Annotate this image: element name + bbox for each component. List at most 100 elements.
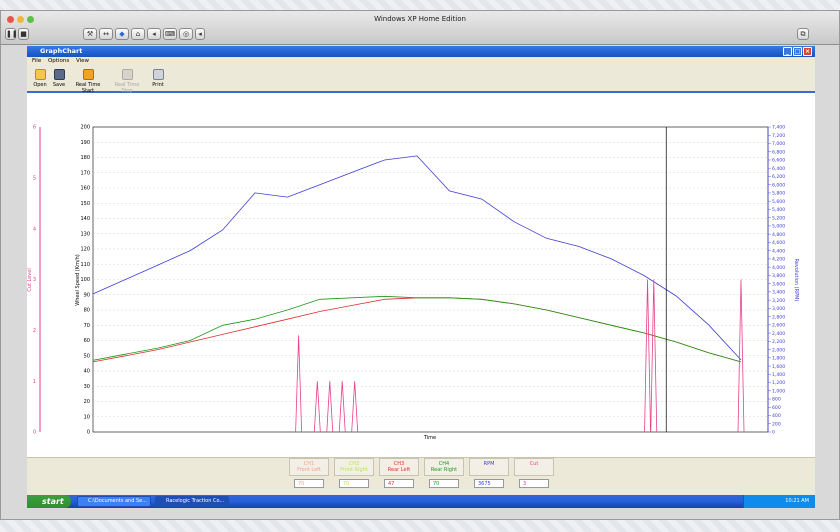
left-arrow-icon[interactable]: ◂: [195, 28, 205, 40]
y-tick-far-left: 2: [33, 328, 36, 334]
y-tick-right: 6,000: [772, 182, 785, 188]
y-tick-right: 1,400: [772, 372, 785, 378]
y-tick-right: 5,600: [772, 199, 785, 205]
start-button[interactable]: start: [27, 495, 71, 508]
y-tick-right: 1,600: [772, 364, 785, 370]
y-tick-right: 600: [772, 405, 781, 411]
y-tick-left: 100: [80, 277, 90, 283]
floppy-icon: [53, 69, 65, 80]
y-tick-left: 0: [87, 430, 90, 436]
y-tick-left: 90: [84, 292, 90, 298]
y-tick-right: 2,000: [772, 347, 785, 353]
y-tick-right: 0: [772, 430, 775, 436]
y-tick-left: 190: [80, 140, 90, 146]
y-tick-left: 10: [84, 414, 90, 420]
y-tick-right: 6,400: [772, 166, 785, 172]
channel-toggle-ch4[interactable]: CH4 Rear Right: [424, 458, 464, 476]
y-axis-left-label: Wheel Speed (Km/h): [75, 254, 81, 305]
maximize-icon[interactable]: □: [793, 47, 802, 56]
channel-value-ch4: 70: [429, 479, 459, 488]
y-tick-left: 80: [84, 308, 90, 314]
y-tick-right: 3,400: [772, 290, 785, 296]
y-tick-right: 4,400: [772, 248, 785, 254]
x-axis-label: Time: [423, 435, 436, 441]
channel-toggle-ch2[interactable]: CH2 Front Right: [334, 458, 374, 476]
y-tick-right: 3,200: [772, 298, 785, 304]
channel-value-rpm: 3675: [474, 479, 504, 488]
y-tick-left: 140: [80, 216, 90, 222]
y-tick-left: 60: [84, 338, 90, 344]
y-tick-right: 3,000: [772, 306, 785, 312]
y-tick-right: 400: [772, 413, 781, 419]
y-tick-right: 1,200: [772, 380, 785, 386]
y-tick-far-left: 5: [33, 176, 36, 182]
y-tick-right: 2,800: [772, 314, 785, 320]
stop-icon[interactable]: ■: [18, 28, 29, 40]
y-tick-left: 130: [80, 231, 90, 237]
window-title: Windows XP Home Edition: [374, 15, 466, 23]
y-tick-right: 7,200: [772, 133, 785, 139]
y-tick-left: 120: [80, 247, 90, 253]
chart-area: 0 10 20 30 40 50 60 70 80 90 100 110 120 130 140 150 160…: [27, 95, 815, 457]
channel-toggle-cut[interactable]: Cut: [514, 458, 554, 476]
y-tick-right: 6,200: [772, 174, 785, 180]
y-tick-right: 2,400: [772, 331, 785, 337]
y-tick-right: 4,600: [772, 240, 785, 246]
y-axis-far-left-label: Cut Level: [27, 268, 33, 291]
arrows-icon[interactable]: ↔: [99, 28, 113, 40]
channel-value-ch1: 70: [294, 479, 324, 488]
mac-vm-window: Windows XP Home Edition ❚❚ ■ ⚒ ↔ ◆ ⌂ ◂ ⌨…: [0, 10, 840, 520]
usb-icon[interactable]: ⌂: [131, 28, 145, 40]
y-tick-right: 5,000: [772, 224, 785, 230]
menu-view[interactable]: View: [76, 57, 89, 66]
minimize-icon[interactable]: _: [783, 47, 792, 56]
keyboard-icon[interactable]: ⌨: [163, 28, 177, 40]
save-button[interactable]: Save: [51, 67, 67, 88]
y-tick-left: 150: [80, 201, 90, 207]
camera-icon[interactable]: ◎: [179, 28, 193, 40]
taskbar-item-documents[interactable]: C:\Documents and Se...: [77, 496, 151, 507]
channel-panel: CH1 Front Left 70 CH2 Front Right 70 CH3 Rear L…: [27, 457, 815, 497]
y-tick-left: 30: [84, 384, 90, 390]
menu-options[interactable]: Options: [48, 57, 69, 66]
y-tick-right: 1,800: [772, 356, 785, 362]
close-icon[interactable]: ×: [803, 47, 812, 56]
y-tick-right: 800: [772, 397, 781, 403]
y-tick-right: 3,800: [772, 273, 785, 279]
y-tick-left: 180: [80, 155, 90, 161]
y-tick-right: 2,600: [772, 323, 785, 329]
y-tick-right: 5,800: [772, 191, 785, 197]
window-mode-icon[interactable]: ⧉: [797, 28, 809, 40]
real-time-stop-button[interactable]: Real Time Stop: [109, 67, 145, 94]
open-button[interactable]: Open: [32, 67, 48, 88]
record-icon: [82, 69, 94, 80]
y-tick-far-left: 1: [33, 379, 36, 385]
real-time-start-button[interactable]: Real Time Start: [70, 67, 106, 94]
pause-icon[interactable]: ❚❚: [5, 28, 18, 40]
channel-toggle-rpm[interactable]: RPM: [469, 458, 509, 476]
shield-icon[interactable]: ◆: [115, 28, 129, 40]
y-tick-right: 4,800: [772, 232, 785, 238]
graph-chart[interactable]: 0102030405060708090100110120130140150160…: [27, 95, 815, 457]
y-axis-right-label: Revolution (RPM): [793, 259, 799, 302]
y-tick-right: 2,200: [772, 339, 785, 345]
y-tick-far-left: 3: [33, 277, 36, 283]
channel-toggle-ch3[interactable]: CH3 Rear Left: [379, 458, 419, 476]
channel-id: RPM: [483, 461, 495, 467]
xp-desktop: GraphChart _ □ × File Options View Open …: [27, 46, 815, 508]
volume-icon[interactable]: ◂: [147, 28, 161, 40]
y-tick-left: 40: [84, 369, 90, 375]
y-tick-left: 20: [84, 399, 90, 405]
y-tick-right: 6,600: [772, 158, 785, 164]
y-tick-right: 200: [772, 421, 781, 427]
y-tick-right: 1,000: [772, 388, 785, 394]
channel-value-cut: 3: [519, 479, 549, 488]
menu-file[interactable]: File: [32, 57, 41, 66]
wrench-icon[interactable]: ⚒: [83, 28, 97, 40]
toolbar: Open Save Real Time Start Real Time Stop…: [27, 66, 815, 94]
y-tick-right: 5,200: [772, 215, 785, 221]
channel-name: Rear Right: [430, 467, 458, 473]
channel-toggle-ch1[interactable]: CH1 Front Left: [289, 458, 329, 476]
taskbar-item-racelogic[interactable]: Racelogic Traction Co...: [155, 496, 229, 507]
print-button[interactable]: Print: [150, 67, 166, 88]
